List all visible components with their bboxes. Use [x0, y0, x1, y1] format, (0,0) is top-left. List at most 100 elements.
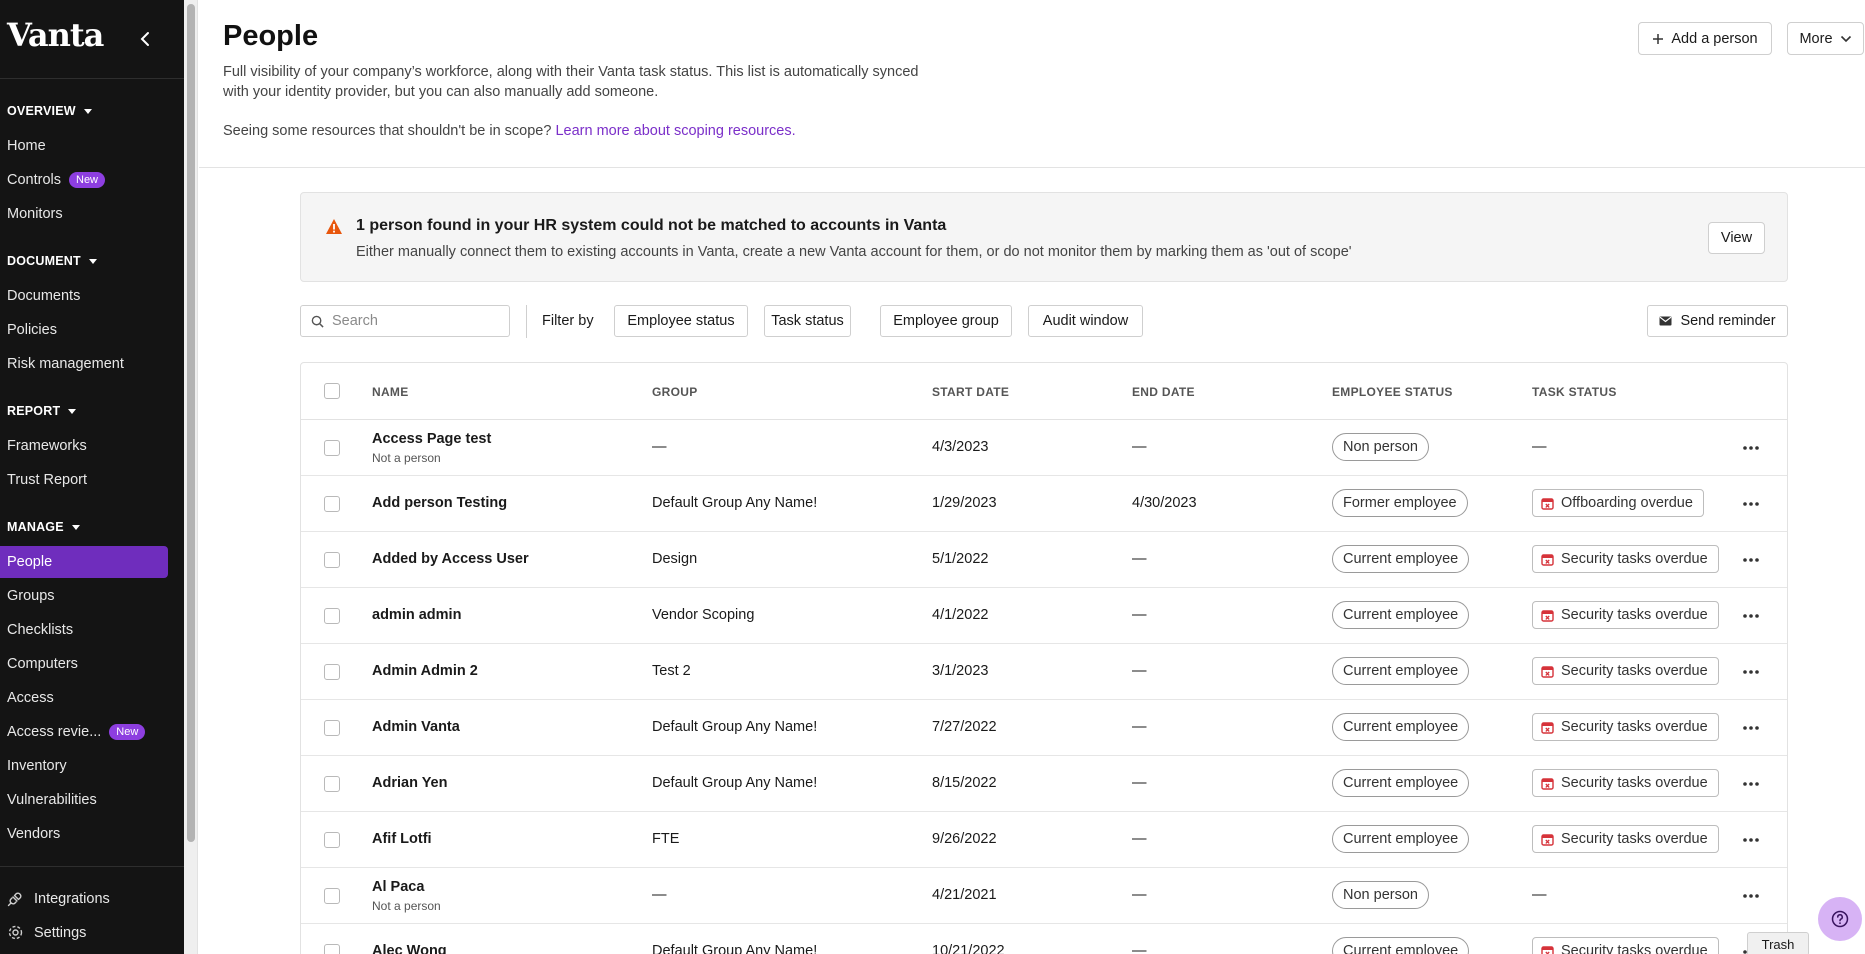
alert-title: 1 person found in your HR system could n… — [356, 217, 947, 234]
sidebar-item-controls[interactable]: Controls New — [0, 164, 168, 196]
vanta-logo[interactable]: Vanta — [7, 16, 104, 54]
employee-group-filter[interactable]: Employee group — [880, 305, 1012, 337]
sidebar-item-documents[interactable]: Documents — [0, 280, 168, 312]
group-cell: Default Group Any Name! — [652, 943, 818, 954]
end-date-cell: — — [1132, 607, 1147, 623]
calendar-x-icon — [1541, 721, 1554, 734]
row-actions-button[interactable] — [1739, 604, 1763, 628]
task-status-filter[interactable]: Task status — [764, 305, 851, 337]
column-group[interactable]: GROUP — [652, 385, 698, 399]
row-actions-button[interactable] — [1739, 884, 1763, 908]
person-name[interactable]: Add person Testing — [372, 495, 507, 511]
person-name[interactable]: Admin Vanta — [372, 719, 460, 735]
table-row[interactable]: Added by Access User Design 5/1/2022 — Curre… — [301, 532, 1787, 588]
row-checkbox[interactable] — [324, 440, 340, 456]
section-overview[interactable]: OVERVIEW — [7, 104, 92, 118]
sidebar-item-inventory[interactable]: Inventory — [0, 750, 168, 782]
column-start-date[interactable]: START DATE — [932, 385, 1009, 399]
help-button[interactable] — [1818, 897, 1862, 941]
section-manage[interactable]: MANAGE — [7, 520, 80, 534]
group-cell: Design — [652, 551, 698, 567]
sidebar-item-vulnerabilities[interactable]: Vulnerabilities — [0, 784, 168, 816]
sidebar-item-settings[interactable]: Settings — [0, 917, 168, 949]
table-row[interactable]: Alec Wong Default Group Any Name! 10/21/20… — [301, 924, 1787, 954]
sidebar-item-checklists[interactable]: Checklists — [0, 614, 168, 646]
row-actions-button[interactable] — [1739, 436, 1763, 460]
row-checkbox[interactable] — [324, 608, 340, 624]
section-report[interactable]: REPORT — [7, 404, 77, 418]
row-checkbox[interactable] — [324, 552, 340, 568]
table-row[interactable]: Admin Admin 2 Test 2 3/1/2023 — Current empl… — [301, 644, 1787, 700]
sidebar-item-frameworks[interactable]: Frameworks — [0, 430, 168, 462]
person-name[interactable]: admin admin — [372, 607, 461, 623]
row-checkbox[interactable] — [324, 888, 340, 904]
row-checkbox[interactable] — [324, 944, 340, 954]
person-name[interactable]: Al Paca — [372, 879, 424, 895]
select-all-checkbox[interactable] — [324, 383, 340, 399]
sidebar-item-access-reviews[interactable]: Access revie... New — [0, 716, 168, 748]
row-checkbox[interactable] — [324, 776, 340, 792]
row-actions-button[interactable] — [1739, 772, 1763, 796]
audit-window-filter[interactable]: Audit window — [1028, 305, 1143, 337]
row-actions-button[interactable] — [1739, 828, 1763, 852]
sidebar-item-integrations[interactable]: Integrations — [0, 883, 168, 915]
more-button[interactable]: More — [1787, 22, 1864, 55]
search-input[interactable] — [332, 313, 502, 329]
section-document[interactable]: DOCUMENT — [7, 254, 97, 268]
sidebar-item-groups[interactable]: Groups — [0, 580, 168, 612]
person-name[interactable]: Adrian Yen — [372, 775, 447, 791]
employee-status-filter[interactable]: Employee status — [614, 305, 748, 337]
chevron-down-icon — [1840, 35, 1851, 42]
row-actions-button[interactable] — [1739, 492, 1763, 516]
table-row[interactable]: Add person Testing Default Group Any Name… — [301, 476, 1787, 532]
sidebar-item-people[interactable]: People — [0, 546, 168, 578]
sidebar-item-home[interactable]: Home — [0, 130, 168, 162]
view-button[interactable]: View — [1708, 222, 1765, 254]
column-end-date[interactable]: END DATE — [1132, 385, 1195, 399]
sidebar-item-vendors[interactable]: Vendors — [0, 818, 168, 850]
alert-text: Either manually connect them to existing… — [356, 244, 1352, 260]
add-person-button[interactable]: Add a person — [1638, 22, 1772, 55]
person-name[interactable]: Added by Access User — [372, 551, 529, 567]
ellipsis-icon — [1743, 782, 1759, 786]
page-title: People — [223, 20, 319, 52]
table-row[interactable]: Access Page test Not a person — 4/3/2023 — No… — [301, 420, 1787, 476]
row-checkbox[interactable] — [324, 496, 340, 512]
row-actions-button[interactable] — [1739, 660, 1763, 684]
row-checkbox[interactable] — [324, 832, 340, 848]
person-name[interactable]: Admin Admin 2 — [372, 663, 478, 679]
row-checkbox[interactable] — [324, 664, 340, 680]
scoping-resources-link[interactable]: Learn more about scoping resources. — [555, 123, 795, 139]
sidebar-item-policies[interactable]: Policies — [0, 314, 168, 346]
sidebar-item-trust-report[interactable]: Trust Report — [0, 464, 168, 496]
column-name[interactable]: NAME — [372, 385, 409, 399]
sidebar-item-computers[interactable]: Computers — [0, 648, 168, 680]
start-date-cell: 7/27/2022 — [932, 719, 997, 735]
collapse-sidebar-button[interactable] — [135, 24, 155, 54]
row-checkbox[interactable] — [324, 720, 340, 736]
sidebar-item-monitors[interactable]: Monitors — [0, 198, 168, 230]
sidebar-scrollbar[interactable] — [184, 0, 198, 954]
sidebar-item-risk-management[interactable]: Risk management — [0, 348, 168, 380]
send-reminder-button[interactable]: Send reminder — [1647, 305, 1788, 337]
column-task-status[interactable]: TASK STATUS — [1532, 385, 1617, 399]
add-person-label: Add a person — [1671, 30, 1758, 47]
sidebar-scrollbar-thumb[interactable] — [187, 4, 195, 842]
table-row[interactable]: admin admin Vendor Scoping 4/1/2022 — Curren… — [301, 588, 1787, 644]
table-row[interactable]: Al Paca Not a person — 4/21/2021 — Non person… — [301, 868, 1787, 924]
table-row[interactable]: Adrian Yen Default Group Any Name! 8/15/20… — [301, 756, 1787, 812]
column-employee-status[interactable]: EMPLOYEE STATUS — [1332, 385, 1453, 399]
person-name[interactable]: Alec Wong — [372, 943, 447, 954]
send-reminder-label: Send reminder — [1680, 313, 1776, 329]
sidebar: Vanta OVERVIEW Home Controls New Monitors… — [0, 0, 184, 954]
trash-button[interactable]: Trash — [1747, 932, 1809, 954]
row-actions-button[interactable] — [1739, 716, 1763, 740]
end-date-cell: — — [1132, 719, 1147, 735]
table-row[interactable]: Afif Lotfi FTE 9/26/2022 — Current employee S… — [301, 812, 1787, 868]
table-row[interactable]: Admin Vanta Default Group Any Name! 7/27/2… — [301, 700, 1787, 756]
calendar-x-icon — [1541, 665, 1554, 678]
sidebar-item-access[interactable]: Access — [0, 682, 168, 714]
person-name[interactable]: Afif Lotfi — [372, 831, 432, 847]
person-name[interactable]: Access Page test — [372, 431, 491, 447]
row-actions-button[interactable] — [1739, 548, 1763, 572]
